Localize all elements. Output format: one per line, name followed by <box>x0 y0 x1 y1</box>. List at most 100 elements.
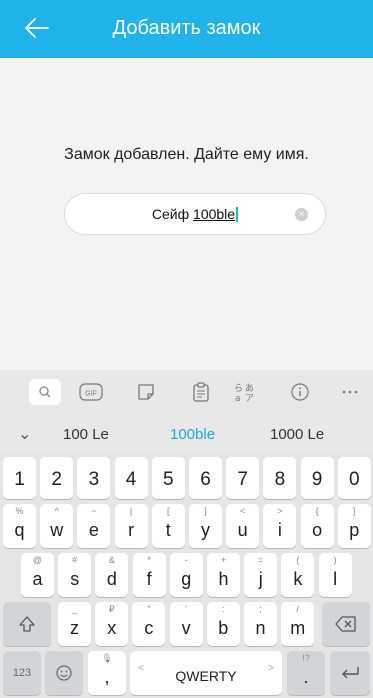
key-label: m <box>290 618 306 638</box>
name-prefix: Сейф <box>151 206 194 222</box>
key-o[interactable]: {o <box>300 504 334 548</box>
key-w[interactable]: ^ w <box>40 504 74 548</box>
shift-key[interactable] <box>3 602 51 646</box>
instruction-text: Замок добавлен. Дайте ему имя. <box>64 146 309 163</box>
suggestion-item[interactable]: 100 Le <box>63 426 109 443</box>
key-c[interactable]: " c <box>132 602 166 646</box>
key-t[interactable]: [t <box>151 504 185 548</box>
key-h[interactable]: + h <box>207 553 240 597</box>
key-1[interactable]: 1 <box>3 457 36 499</box>
lock-name-input[interactable]: Сейф 100ble × <box>64 193 326 235</box>
key-z[interactable]: _ z <box>58 602 91 646</box>
key-label: 8 <box>274 469 286 490</box>
key-m[interactable]: / m <box>281 602 315 646</box>
key-label: l <box>333 569 338 589</box>
key-label: 1 <box>14 469 25 490</box>
key-s[interactable]: # s <box>58 553 92 597</box>
key-label: r <box>128 520 135 540</box>
key-p[interactable]: } p <box>337 504 371 548</box>
key-hint: = <box>258 555 264 565</box>
key-label: n <box>255 618 266 638</box>
suggestion-item[interactable]: 1000 Le <box>270 426 324 443</box>
key-0[interactable]: 0 <box>337 457 371 499</box>
key-label: 7 <box>237 469 248 490</box>
key-f[interactable]: * f <box>132 553 166 597</box>
key-g[interactable]: -g <box>169 553 203 597</box>
text-caret <box>236 207 239 222</box>
symbols-key[interactable]: 123 <box>3 651 41 695</box>
key-hint: _ <box>71 604 77 614</box>
key-x[interactable]: ₽ x <box>95 602 129 646</box>
key-u[interactable]: < u <box>226 504 260 548</box>
clipboard-icon[interactable] <box>188 380 214 404</box>
key-label: , <box>104 667 110 687</box>
key-hint: % <box>15 506 24 516</box>
key-5[interactable]: 5 <box>151 457 185 499</box>
key-label: c <box>144 618 154 638</box>
key-label: a <box>32 569 43 589</box>
key-8[interactable]: 8 <box>263 457 297 499</box>
suggestion-item-primary[interactable]: 100ble <box>170 426 215 443</box>
key-hint: { <box>315 506 319 516</box>
key-hint: / <box>296 604 299 614</box>
key-label: x <box>107 618 117 638</box>
key-label: k <box>293 569 303 589</box>
key-q[interactable]: % q <box>3 504 36 548</box>
key-j[interactable]: = j <box>244 553 278 597</box>
key-a[interactable]: @ a <box>21 553 54 597</box>
key-hint: + <box>220 555 227 565</box>
gif-icon[interactable]: GIF <box>78 380 104 404</box>
key-v[interactable]: ' v <box>169 602 203 646</box>
key-hint: : <box>222 604 225 614</box>
space-key[interactable]: QWERTY < > <box>130 651 282 695</box>
key-label: 2 <box>51 469 62 490</box>
composing-text: 100ble <box>193 206 236 222</box>
collapse-keyboard-icon[interactable]: ⌄ <box>18 424 31 444</box>
key-e[interactable]: ~ e <box>77 504 111 548</box>
comma-key[interactable]: 🎙, <box>88 651 126 695</box>
key-hint: > <box>277 506 283 516</box>
key-hint: & <box>108 555 115 565</box>
key-6[interactable]: 6 <box>189 457 222 499</box>
sticker-icon[interactable] <box>133 380 159 404</box>
mic-icon: 🎙 <box>101 653 113 663</box>
language-icon[interactable]: らあaア <box>232 380 258 404</box>
key-hint: ' <box>185 604 187 614</box>
keyboard-toolbar: GIF らあaア <box>0 370 373 415</box>
key-r[interactable]: | r <box>114 504 148 548</box>
key-hint: ₽ <box>108 604 115 614</box>
key-hint: * <box>147 555 151 565</box>
shift-icon <box>3 602 51 646</box>
clear-text-icon[interactable]: × <box>295 208 308 221</box>
search-icon[interactable] <box>29 379 61 405</box>
key-y[interactable]: ] y <box>189 504 222 548</box>
space-left-hint: < <box>138 663 144 674</box>
key-label: w <box>50 520 64 540</box>
info-icon[interactable] <box>287 380 313 404</box>
key-label: 9 <box>311 469 323 490</box>
key-d[interactable]: & d <box>95 553 129 597</box>
key-k[interactable]: (k <box>281 553 315 597</box>
key-hint: # <box>72 555 78 565</box>
backspace-key[interactable] <box>322 602 370 646</box>
key-i[interactable]: > i <box>263 504 297 548</box>
key-hint: ] <box>204 506 207 516</box>
period-key[interactable]: !?. <box>287 651 325 695</box>
key-4[interactable]: 4 <box>114 457 148 499</box>
emoji-key[interactable] <box>45 651 83 695</box>
key-label: p <box>349 520 360 540</box>
enter-key[interactable] <box>330 651 370 695</box>
key-hint: < <box>240 506 246 516</box>
more-icon[interactable] <box>337 380 363 404</box>
key-hint: ) <box>333 555 337 565</box>
page-title: Добавить замок <box>112 17 261 39</box>
key-b[interactable]: :b <box>206 602 240 646</box>
key-3[interactable]: 3 <box>77 457 111 499</box>
key-7[interactable]: 7 <box>226 457 260 499</box>
key-hint: ( <box>296 555 300 565</box>
key-l[interactable]: ) l <box>318 553 352 597</box>
key-n[interactable]: ; n <box>244 602 277 646</box>
key-9[interactable]: 9 <box>300 457 334 499</box>
key-label: z <box>70 618 79 638</box>
key-2[interactable]: 2 <box>40 457 74 499</box>
